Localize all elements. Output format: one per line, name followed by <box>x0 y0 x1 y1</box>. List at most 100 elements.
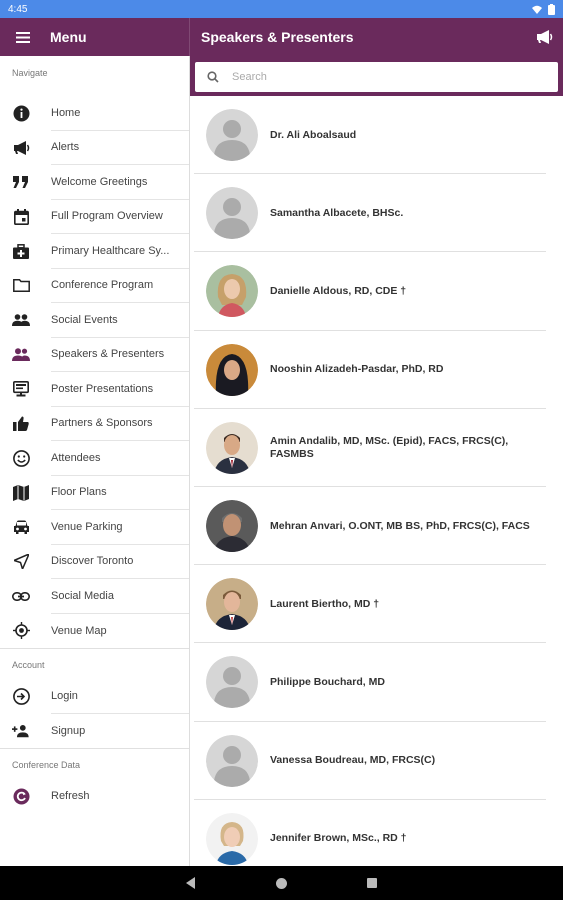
sidebar-item-login[interactable]: Login <box>0 679 189 714</box>
sidebar-item-label: Speakers & Presenters <box>51 338 189 372</box>
sidebar-item-alerts[interactable]: Alerts <box>0 131 189 165</box>
avatar-placeholder-icon <box>206 734 258 787</box>
megaphone-icon[interactable] <box>536 30 553 44</box>
sidebar-item-full-program-overview[interactable]: Full Program Overview <box>0 200 189 234</box>
search-input[interactable] <box>232 71 532 83</box>
speaker-name: Dr. Ali Aboalsaud <box>270 128 357 141</box>
link-icon <box>12 587 30 605</box>
speaker-list-item[interactable]: Nooshin Alizadeh-Pasdar, PhD, RD <box>190 331 563 409</box>
megaphone-icon <box>12 139 30 157</box>
speaker-name: Danielle Aldous, RD, CDE † <box>270 284 407 297</box>
info-icon <box>12 104 30 122</box>
speakers-icon <box>12 346 30 364</box>
app-bar: Menu Speakers & Presenters <box>0 18 563 56</box>
location-icon <box>12 622 30 640</box>
calendar-icon <box>12 208 30 226</box>
speaker-name: Jennifer Brown, MSc., RD † <box>270 832 407 845</box>
speaker-list-item[interactable]: Danielle Aldous, RD, CDE † <box>190 252 563 331</box>
battery-icon <box>548 3 555 15</box>
sidebar-item-label: Home <box>51 96 189 131</box>
speaker-list-item[interactable]: Laurent Biertho, MD † <box>190 565 563 644</box>
refresh-icon <box>12 787 30 805</box>
sidebar-item-label: Poster Presentations <box>51 372 189 407</box>
home-icon[interactable] <box>276 877 287 889</box>
sidebar-item-label: Login <box>51 679 189 714</box>
menu-title: Menu <box>50 29 87 45</box>
sidebar-item-primary-healthcare-sy[interactable]: Primary Healthcare Sy... <box>0 234 189 269</box>
speakers-panel: Dr. Ali Aboalsaud Samantha Albacete, BHSc… <box>190 56 563 879</box>
thumbs-up-icon <box>12 415 30 433</box>
hamburger-icon[interactable] <box>16 31 30 43</box>
smiley-icon <box>12 449 30 467</box>
sidebar-item-welcome-greetings[interactable]: Welcome Greetings <box>0 165 189 200</box>
sidebar-item-label: Welcome Greetings <box>51 165 189 200</box>
sidebar-item-refresh[interactable]: Refresh <box>0 779 189 814</box>
search-bar <box>190 56 563 96</box>
speaker-name: Laurent Biertho, MD † <box>270 597 380 610</box>
status-bar: 4:45 <box>0 0 563 18</box>
speaker-name: Philippe Bouchard, MD <box>270 675 385 688</box>
wifi-icon <box>532 5 542 14</box>
page-title: Speakers & Presenters <box>201 29 354 45</box>
folder-icon <box>12 277 30 295</box>
sidebar-item-partners-sponsors[interactable]: Partners & Sponsors <box>0 407 189 441</box>
sidebar-item-discover-toronto[interactable]: Discover Toronto <box>0 545 189 579</box>
sidebar-item-label: Refresh <box>51 790 90 803</box>
avatar <box>206 265 258 318</box>
recents-icon[interactable] <box>367 878 377 888</box>
sidebar-item-speakers-presenters[interactable]: Speakers & Presenters <box>0 338 189 372</box>
add-person-icon <box>12 722 30 740</box>
login-icon <box>12 687 30 705</box>
nav-list: Home Alerts Welcome Greetings Full Program … <box>0 96 189 648</box>
speaker-name: Nooshin Alizadeh-Pasdar, PhD, RD <box>270 363 444 376</box>
sidebar-item-label: Alerts <box>51 131 189 165</box>
account-list: Login Signup <box>0 679 189 748</box>
speaker-list-item[interactable]: Amin Andalib, MD, MSc. (Epid), FACS, FRC… <box>190 409 563 488</box>
sidebar-item-label: Venue Map <box>51 624 107 637</box>
speaker-list-item[interactable]: Samantha Albacete, BHSc. <box>190 174 563 253</box>
people-icon <box>12 311 30 329</box>
sidebar-item-label: Partners & Sponsors <box>51 407 189 441</box>
section-account: Account <box>12 660 45 670</box>
car-icon <box>12 518 30 536</box>
menu-header: Menu <box>0 18 190 56</box>
sidebar-item-venue-map[interactable]: Venue Map <box>0 614 189 649</box>
sidebar-item-home[interactable]: Home <box>0 96 189 131</box>
sidebar-item-label: Attendees <box>51 441 189 476</box>
speaker-list-item[interactable]: Mehran Anvari, O.ONT, MB BS, PhD, FRCS(C… <box>190 487 563 566</box>
data-list: Refresh <box>0 779 189 814</box>
avatar <box>206 812 258 865</box>
avatar <box>206 343 258 396</box>
avatar <box>206 578 258 631</box>
speaker-list-item[interactable]: Vanessa Boudreau, MD, FRCS(C) <box>190 722 563 800</box>
sidebar-item-attendees[interactable]: Attendees <box>0 441 189 476</box>
back-icon[interactable] <box>186 877 196 889</box>
section-navigate: Navigate <box>12 68 48 78</box>
medical-kit-icon <box>12 242 30 260</box>
avatar <box>206 421 258 474</box>
sidebar-item-label: Primary Healthcare Sy... <box>51 234 189 269</box>
sidebar-item-conference-program[interactable]: Conference Program <box>0 269 189 303</box>
avatar <box>206 500 258 553</box>
sidebar-item-social-media[interactable]: Social Media <box>0 579 189 614</box>
sidebar-item-social-events[interactable]: Social Events <box>0 303 189 338</box>
speaker-name: Mehran Anvari, O.ONT, MB BS, PhD, FRCS(C… <box>270 519 530 532</box>
speaker-name: Vanessa Boudreau, MD, FRCS(C) <box>270 754 436 767</box>
sidebar-item-label: Social Media <box>51 579 189 614</box>
sidebar-item-signup[interactable]: Signup <box>0 714 189 749</box>
status-time: 4:45 <box>8 3 28 15</box>
navigation-icon <box>12 553 30 571</box>
sidebar-item-label: Discover Toronto <box>51 545 189 579</box>
sidebar-item-floor-plans[interactable]: Floor Plans <box>0 476 189 510</box>
speaker-list-item[interactable]: Dr. Ali Aboalsaud <box>190 96 563 175</box>
sidebar-item-label: Full Program Overview <box>51 200 189 234</box>
sidebar-item-venue-parking[interactable]: Venue Parking <box>0 510 189 545</box>
map-icon <box>12 484 30 502</box>
search-icon <box>207 71 219 83</box>
search-box[interactable] <box>195 62 558 92</box>
speaker-list-item[interactable]: Philippe Bouchard, MD <box>190 643 563 722</box>
presentation-icon <box>12 380 30 398</box>
avatar-placeholder-icon <box>206 109 258 162</box>
sidebar-item-poster-presentations[interactable]: Poster Presentations <box>0 372 189 407</box>
navigation-drawer: Navigate Home Alerts Welcome Greetings Full… <box>0 56 190 866</box>
